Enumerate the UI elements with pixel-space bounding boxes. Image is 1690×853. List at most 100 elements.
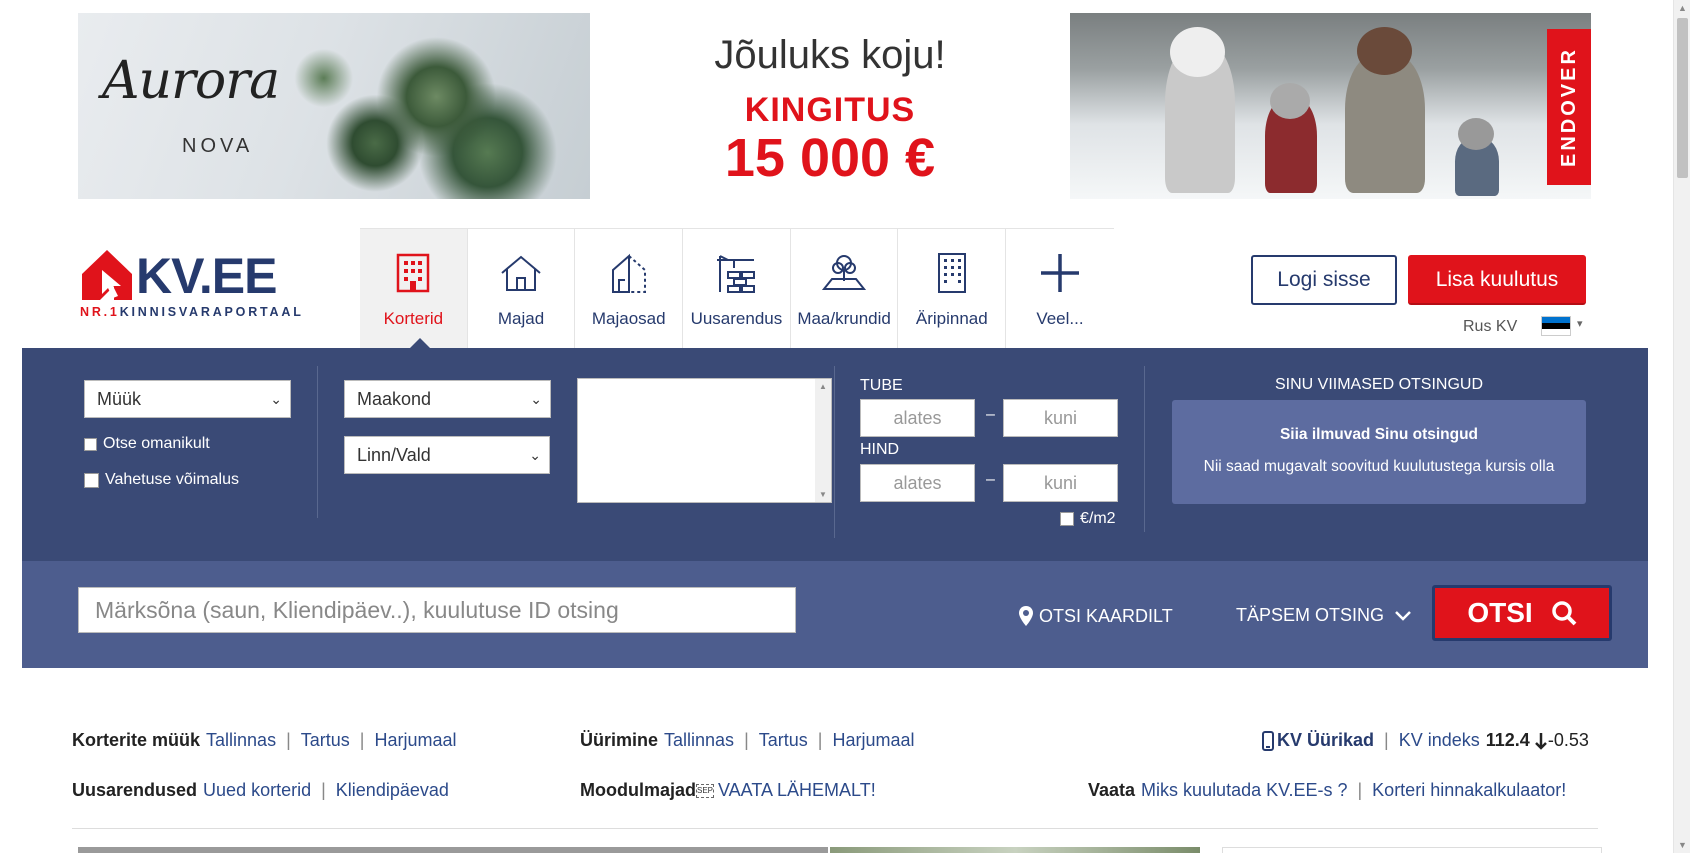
recent-searches-heading: Siia ilmuvad Sinu otsingud	[1279, 426, 1479, 443]
scroll-thumb[interactable]	[1677, 18, 1688, 178]
add-listing-button[interactable]: Lisa kuulutus	[1408, 255, 1586, 305]
new-developments-label: Uusarendused	[72, 780, 198, 800]
price-to-input[interactable]: kuni	[1003, 464, 1118, 502]
recent-searches-box: Siia ilmuvad Sinu otsingud Nii saad muga…	[1172, 400, 1586, 504]
sale-link-tartu[interactable]: Tartus	[301, 730, 350, 751]
category-nav: Korterid Majad Majaosad Uusarendus Maa/k…	[360, 228, 1114, 350]
sale-link-tallinn[interactable]: Tallinnas	[206, 730, 276, 751]
tab-uusarendus[interactable]: Uusarendus	[683, 229, 791, 349]
quick-links-modular: Moodulmajad SEP VAATA LÄHEMALT!	[580, 780, 876, 801]
page-scrollbar[interactable]: ▲ ▼	[1673, 0, 1690, 853]
location-multiselect[interactable]: ▲ ▼	[577, 378, 832, 503]
tab-veel[interactable]: Veel...	[1006, 229, 1114, 349]
quick-links-sale: Korterite müük Tallinnas | Tartus | Harj…	[72, 730, 457, 751]
search-panel: Müük ⌄ Otse omanikult Vahetuse võimalus M…	[22, 348, 1648, 561]
tab-majaosad[interactable]: Majaosad	[575, 229, 684, 349]
kv-index-value: 112.4	[1485, 730, 1530, 750]
house-arrow-logo-icon	[82, 250, 132, 300]
keyword-search-bar: Märksõna (saun, Kliendipäev..), kuulutus…	[22, 561, 1648, 668]
tab-korterid[interactable]: Korterid	[360, 229, 468, 350]
kv-index-row: KV Üürikad | KV indeks 112.4 -0.53	[1262, 730, 1589, 751]
rooms-from-input[interactable]: alates	[860, 399, 975, 437]
new-apartments-link[interactable]: Uued korterid	[203, 780, 311, 801]
banner-sponsor: ENDOVER	[1547, 29, 1591, 185]
tab-label: Majad	[497, 309, 545, 328]
chevron-down-icon	[1395, 610, 1411, 621]
tab-label: Äripinnad	[915, 309, 988, 328]
search-icon	[1551, 601, 1577, 626]
quick-links-see: Vaata Miks kuulutada KV.EE-s ? | Korteri…	[1088, 780, 1567, 801]
modular-link[interactable]: VAATA LÄHEMALT!	[718, 780, 876, 801]
advanced-search-toggle[interactable]: TÄPSEM OTSING	[1236, 605, 1412, 626]
client-days-link[interactable]: Kliendipäevad	[336, 780, 449, 801]
owner-checkbox[interactable]: Otse omanikult	[84, 435, 210, 453]
rent-link-tallinn[interactable]: Tallinnas	[664, 730, 734, 751]
chevron-down-icon: ⌄	[270, 391, 282, 407]
land-tree-icon	[822, 255, 867, 290]
house-icon	[501, 255, 541, 291]
logo-tagline: NR.1KINNISVARAPORTAAL	[80, 305, 304, 319]
logo-text: KV.EE	[136, 248, 277, 304]
why-advertise-link[interactable]: Miks kuulutada KV.EE-s ?	[1141, 780, 1347, 801]
banner-text-block: Jõuluks koju! KINGITUS 15 000 €	[590, 13, 1070, 199]
login-button[interactable]: Logi sisse	[1251, 255, 1397, 305]
city-select[interactable]: Linn/Vald ⌄	[344, 436, 550, 474]
modular-label: Moodulmajad	[580, 780, 696, 800]
kv-index-label[interactable]: KV indeks	[1399, 730, 1480, 751]
kv-ee-logo[interactable]: KV.EE NR.1KINNISVARAPORTAAL	[80, 245, 301, 320]
see-label: Vaata	[1088, 780, 1136, 800]
rent-label: Üürimine	[580, 730, 659, 750]
map-search-link[interactable]: OTSI KAARDILT	[1018, 605, 1173, 627]
house-part-icon	[611, 253, 646, 293]
deal-type-select[interactable]: Müük ⌄	[84, 380, 291, 418]
kv-index-change: -0.53	[1547, 730, 1589, 750]
office-building-icon	[937, 253, 966, 293]
chevron-down-icon: ⌄	[529, 447, 541, 463]
recent-searches-text: Nii saad mugavalt soovitud kuulutustega …	[1203, 458, 1555, 475]
keyword-search-input[interactable]: Märksõna (saun, Kliendipäev..), kuulutus…	[78, 587, 796, 633]
county-select[interactable]: Maakond ⌄	[344, 380, 551, 418]
sale-link-harjumaa[interactable]: Harjumaal	[374, 730, 456, 751]
search-submit-button[interactable]: OTSI	[1432, 585, 1612, 641]
price-calculator-link[interactable]: Korteri hinnakalkulaator!	[1372, 780, 1566, 801]
estonia-flag-icon[interactable]	[1541, 316, 1571, 336]
rooms-to-input[interactable]: kuni	[1003, 399, 1118, 437]
language-switch[interactable]: Rus KV	[1463, 318, 1517, 336]
tab-label: Maa/krundid	[797, 309, 891, 328]
listing-preview-strip	[78, 847, 1602, 853]
rent-link-tartu[interactable]: Tartus	[759, 730, 808, 751]
exchange-checkbox[interactable]: Vahetuse võimalus	[84, 471, 239, 489]
advertisement-banner[interactable]: Aurora NOVA Jõuluks koju! KINGITUS 15 00…	[78, 13, 1591, 199]
arrow-down-icon	[1534, 732, 1547, 750]
tab-maa-krundid[interactable]: Maa/krundid	[791, 229, 899, 349]
map-pin-icon	[1019, 606, 1033, 626]
range-dash: –	[986, 471, 995, 488]
rooms-label: TUBE	[860, 377, 903, 394]
tab-aripinnad[interactable]: Äripinnad	[898, 229, 1007, 349]
tab-label: Veel...	[1036, 309, 1084, 328]
divider	[317, 366, 318, 518]
banner-gift-label: KINGITUS	[744, 91, 916, 129]
banner-frost-leaves-image: Aurora NOVA	[78, 13, 590, 199]
rent-link-harjumaa[interactable]: Harjumaal	[832, 730, 914, 751]
tab-majad[interactable]: Majad	[468, 229, 576, 349]
quick-links-new: Uusarendused Uued korterid | Kliendipäev…	[72, 780, 449, 801]
divider	[72, 828, 1598, 829]
price-from-input[interactable]: alates	[860, 464, 975, 502]
apartment-building-icon	[397, 253, 430, 293]
scroll-down-arrow-icon[interactable]: ▼	[1674, 837, 1690, 853]
textarea-scrollbar[interactable]: ▲ ▼	[815, 379, 831, 502]
scroll-up-arrow-icon[interactable]: ▲	[1674, 0, 1690, 16]
price-label: HIND	[860, 441, 900, 458]
quick-links-rent: Üürimine Tallinnas | Tartus | Harjumaal	[580, 730, 915, 751]
divider	[1144, 366, 1145, 532]
per-m2-checkbox[interactable]: €/m2	[1060, 510, 1116, 528]
chevron-down-icon[interactable]: ▾	[1577, 317, 1583, 330]
recent-searches-title: SINU VIIMASED OTSINGUD	[1274, 376, 1484, 393]
range-dash: –	[986, 406, 995, 423]
kv-rates-link[interactable]: KV Üürikad	[1277, 730, 1374, 751]
tab-label: Korterid	[383, 309, 444, 328]
banner-brand: Aurora	[102, 51, 280, 111]
crane-bricks-icon	[717, 255, 756, 293]
tab-label: Uusarendus	[690, 309, 783, 328]
